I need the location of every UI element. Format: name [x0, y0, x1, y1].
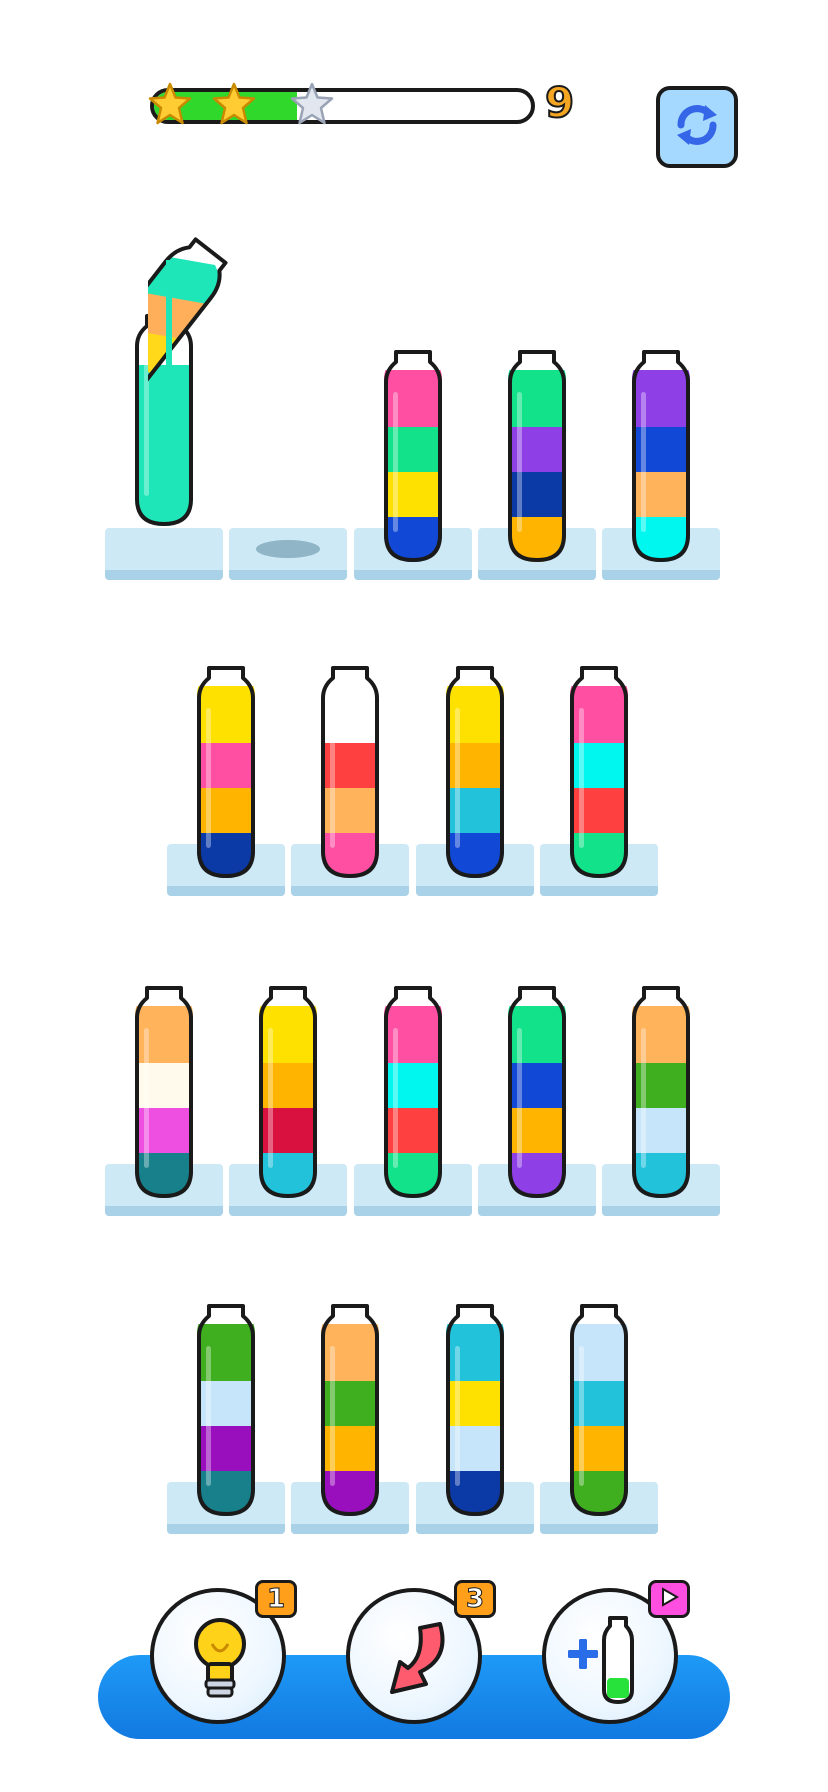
add-tube-icon [560, 1612, 660, 1712]
tube-t14[interactable] [632, 986, 690, 1198]
empty-slot-shadow[interactable] [256, 540, 320, 558]
star-1-icon [148, 82, 192, 126]
tube-t12[interactable] [384, 986, 442, 1198]
restart-button[interactable] [656, 86, 738, 168]
undo-count-badge: 3 [454, 1580, 496, 1618]
tube-t7[interactable] [321, 666, 379, 878]
undo-arrow-icon [380, 1618, 456, 1706]
tube-t13[interactable] [508, 986, 566, 1198]
star-2-icon [212, 82, 256, 126]
tube-stand [105, 528, 223, 580]
star-3-icon [290, 82, 334, 126]
tube-t5[interactable] [632, 350, 690, 562]
level-progress-bar [150, 88, 535, 124]
tube-t18[interactable] [570, 1304, 628, 1516]
tube-t15[interactable] [197, 1304, 255, 1516]
restart-icon [671, 99, 723, 155]
hint-count-badge: 1 [255, 1580, 297, 1618]
pouring-tube[interactable] [60, 226, 378, 426]
level-number: 9 [544, 77, 575, 128]
pour-stream [166, 260, 172, 370]
tube-t9[interactable] [570, 666, 628, 878]
watch-ad-badge [648, 1580, 690, 1618]
tube-t6[interactable] [197, 666, 255, 878]
play-icon [659, 1584, 680, 1614]
tube-t11[interactable] [259, 986, 317, 1198]
tube-t16[interactable] [321, 1304, 379, 1516]
tube-t3[interactable] [384, 350, 442, 562]
lightbulb-icon [184, 1614, 256, 1708]
tube-t4[interactable] [508, 350, 566, 562]
tube-t17[interactable] [446, 1304, 504, 1516]
tube-t10[interactable] [135, 986, 193, 1198]
tube-t8[interactable] [446, 666, 504, 878]
